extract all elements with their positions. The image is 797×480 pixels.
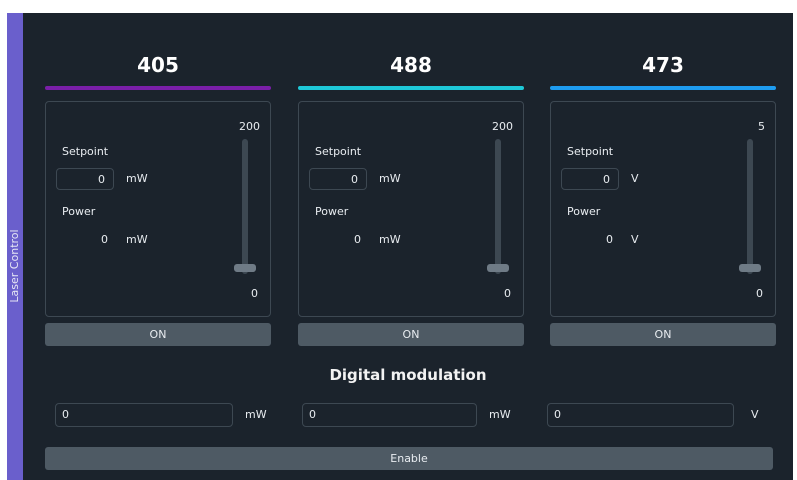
laser-column-473: 473 Setpoint 0 V Power 0 V 5 0 ON	[550, 26, 776, 348]
setpoint-unit: mW	[126, 172, 148, 185]
modulation-input-488[interactable]: 0	[302, 403, 477, 427]
setpoint-input[interactable]: 0	[561, 168, 619, 190]
power-slider-track[interactable]	[747, 139, 753, 274]
power-slider-track[interactable]	[242, 139, 248, 274]
laser-control-tab-label: Laser Control	[8, 229, 21, 303]
power-value: 0	[354, 233, 361, 246]
laser-on-button[interactable]: ON	[45, 323, 271, 346]
laser-color-bar	[550, 86, 776, 90]
laser-color-bar	[45, 86, 271, 90]
slider-min-label: 0	[756, 287, 763, 300]
setpoint-input[interactable]: 0	[309, 168, 367, 190]
power-unit: mW	[126, 233, 148, 246]
laser-settings-box: Setpoint 0 V Power 0 V 5 0	[550, 101, 776, 317]
laser-settings-box: Setpoint 0 mW Power 0 mW 200 0	[45, 101, 271, 317]
laser-control-panel: 405 Setpoint 0 mW Power 0 mW 200 0 ON 48…	[23, 13, 793, 480]
power-label: Power	[567, 205, 601, 218]
laser-control-tab[interactable]: Laser Control	[7, 13, 23, 480]
setpoint-unit: mW	[379, 172, 401, 185]
digital-modulation-title: Digital modulation	[329, 366, 487, 384]
power-label: Power	[315, 205, 349, 218]
power-slider-handle[interactable]	[234, 264, 256, 272]
modulation-unit-488: mW	[489, 408, 511, 421]
slider-max-label: 5	[758, 120, 765, 133]
laser-on-button[interactable]: ON	[298, 323, 524, 346]
modulation-input-405[interactable]: 0	[55, 403, 233, 427]
setpoint-label: Setpoint	[567, 145, 614, 158]
power-slider-track[interactable]	[495, 139, 501, 274]
power-slider-handle[interactable]	[487, 264, 509, 272]
setpoint-unit: V	[631, 172, 639, 185]
power-unit: V	[631, 233, 639, 246]
laser-title: 488	[390, 53, 432, 77]
slider-max-label: 200	[239, 120, 260, 133]
slider-min-label: 0	[504, 287, 511, 300]
power-unit: mW	[379, 233, 401, 246]
setpoint-input[interactable]: 0	[56, 168, 114, 190]
laser-title: 405	[137, 53, 179, 77]
setpoint-label: Setpoint	[315, 145, 362, 158]
modulation-unit-473: V	[751, 408, 759, 421]
laser-color-bar	[298, 86, 524, 90]
slider-min-label: 0	[251, 287, 258, 300]
laser-on-button[interactable]: ON	[550, 323, 776, 346]
slider-max-label: 200	[492, 120, 513, 133]
power-slider-handle[interactable]	[739, 264, 761, 272]
laser-settings-box: Setpoint 0 mW Power 0 mW 200 0	[298, 101, 524, 317]
power-value: 0	[101, 233, 108, 246]
power-value: 0	[606, 233, 613, 246]
enable-modulation-button[interactable]: Enable	[45, 447, 773, 470]
laser-column-405: 405 Setpoint 0 mW Power 0 mW 200 0 ON	[45, 26, 271, 348]
modulation-input-473[interactable]: 0	[547, 403, 734, 427]
laser-title: 473	[642, 53, 684, 77]
setpoint-label: Setpoint	[62, 145, 109, 158]
laser-column-488: 488 Setpoint 0 mW Power 0 mW 200 0 ON	[298, 26, 524, 348]
power-label: Power	[62, 205, 96, 218]
modulation-unit-405: mW	[245, 408, 267, 421]
